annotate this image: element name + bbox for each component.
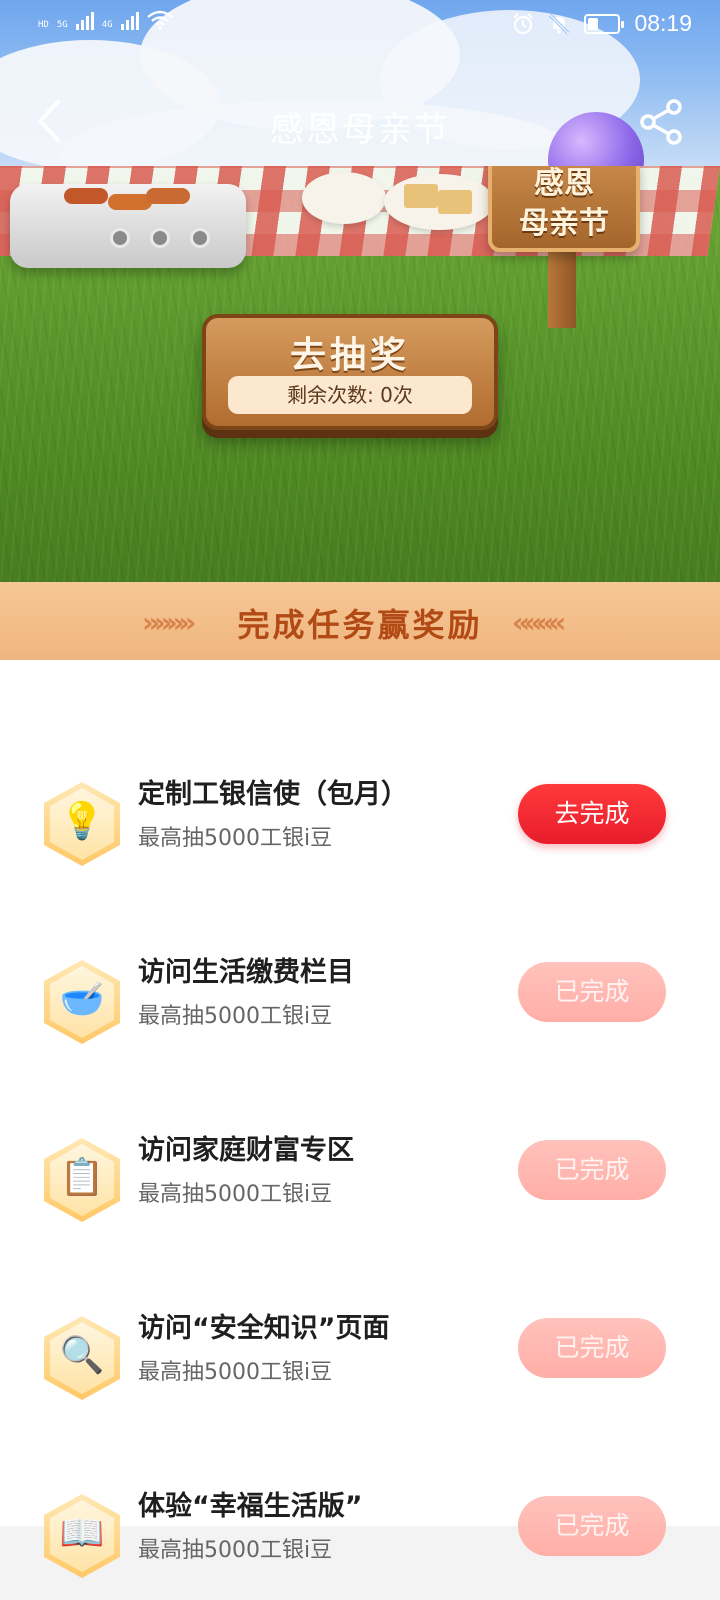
task-done-button[interactable]: 已完成 — [518, 1140, 666, 1200]
grill-knob — [190, 228, 210, 248]
task-title: 访问家庭财富专区 — [138, 1135, 354, 1166]
list-item: 📋 访问家庭财富专区 最高抽5000工银i豆 已完成 — [0, 1128, 720, 1306]
magnifier-icon: 🔍 — [44, 1316, 120, 1400]
grill-knob — [110, 228, 130, 248]
event-banner: 感恩 母亲节 去抽奖 剩余次数: 0次 — [0, 166, 720, 582]
grill-illustration — [10, 184, 246, 268]
task-title: 体验“幸福生活版” — [138, 1491, 363, 1522]
signal-icon — [120, 10, 139, 30]
network-indicators: HD 5G 4G — [38, 10, 173, 30]
payment-icon: 🥣 — [44, 960, 120, 1044]
network-5g-label: 5G — [56, 20, 68, 30]
task-reward: 最高抽5000工银i豆 — [138, 1004, 333, 1029]
task-done-button[interactable]: 已完成 — [518, 962, 666, 1022]
task-title: 访问“安全知识”页面 — [138, 1313, 390, 1344]
task-reward: 最高抽5000工银i豆 — [138, 1538, 333, 1563]
list-item: 📖 体验“幸福生活版” 最高抽5000工银i豆 已完成 — [0, 1484, 720, 1600]
lightbulb-icon: 💡 — [44, 782, 120, 866]
wifi-icon — [146, 10, 173, 30]
task-reward: 最高抽5000工银i豆 — [138, 1182, 333, 1207]
signal-icon — [75, 10, 94, 30]
share-icon[interactable] — [638, 98, 686, 146]
sign-post — [548, 248, 576, 328]
sausage — [64, 188, 108, 204]
bread-plate — [302, 172, 386, 224]
book-icon: 📖 — [44, 1494, 120, 1578]
battery-icon — [584, 13, 625, 34]
alarm-icon — [513, 12, 534, 34]
complete-task-button[interactable]: 去完成 — [518, 784, 666, 844]
sign-line-1: 感恩 — [534, 166, 594, 201]
clipboard-icon: 📋 — [44, 1138, 120, 1222]
cracker — [438, 190, 472, 214]
remaining-count: 剩余次数: 0次 — [228, 376, 472, 414]
task-done-button[interactable]: 已完成 — [518, 1496, 666, 1556]
lottery-button-label: 去抽奖 — [289, 335, 410, 376]
chevron-left-decor-icon: «««« — [512, 606, 566, 639]
cracker-plate — [384, 174, 494, 230]
list-item: 🔍 访问“安全知识”页面 最高抽5000工银i豆 已完成 — [0, 1306, 720, 1484]
task-reward: 最高抽5000工银i豆 — [138, 1360, 333, 1385]
hd-indicator: HD — [38, 20, 49, 30]
sign-line-2: 母亲节 — [519, 206, 609, 241]
mute-bell-icon — [549, 13, 570, 34]
sausage — [146, 188, 190, 204]
task-reward: 最高抽5000工银i豆 — [138, 826, 333, 851]
network-4g-label: 4G — [101, 20, 113, 30]
section-header: »»»» 完成任务赢奖励 «««« — [0, 582, 720, 660]
status-bar: HD 5G 4G 08:19 — [0, 0, 720, 50]
clock: 08:19 — [634, 10, 692, 36]
grill-knob — [150, 228, 170, 248]
system-indicators: 08:19 — [512, 10, 692, 37]
lottery-button[interactable]: 去抽奖 剩余次数: 0次 — [202, 314, 498, 430]
list-item: 🥣 访问生活缴费栏目 最高抽5000工银i豆 已完成 — [0, 950, 720, 1128]
task-done-button[interactable]: 已完成 — [518, 1318, 666, 1378]
list-item: 💡 定制工银信使（包月） 最高抽5000工银i豆 去完成 — [0, 772, 720, 950]
cracker — [404, 184, 438, 208]
event-sign: 感恩 母亲节 — [488, 166, 640, 252]
section-title: 完成任务赢奖励 — [237, 606, 483, 644]
task-title: 访问生活缴费栏目 — [138, 957, 354, 988]
task-title: 定制工银信使（包月） — [138, 779, 408, 810]
